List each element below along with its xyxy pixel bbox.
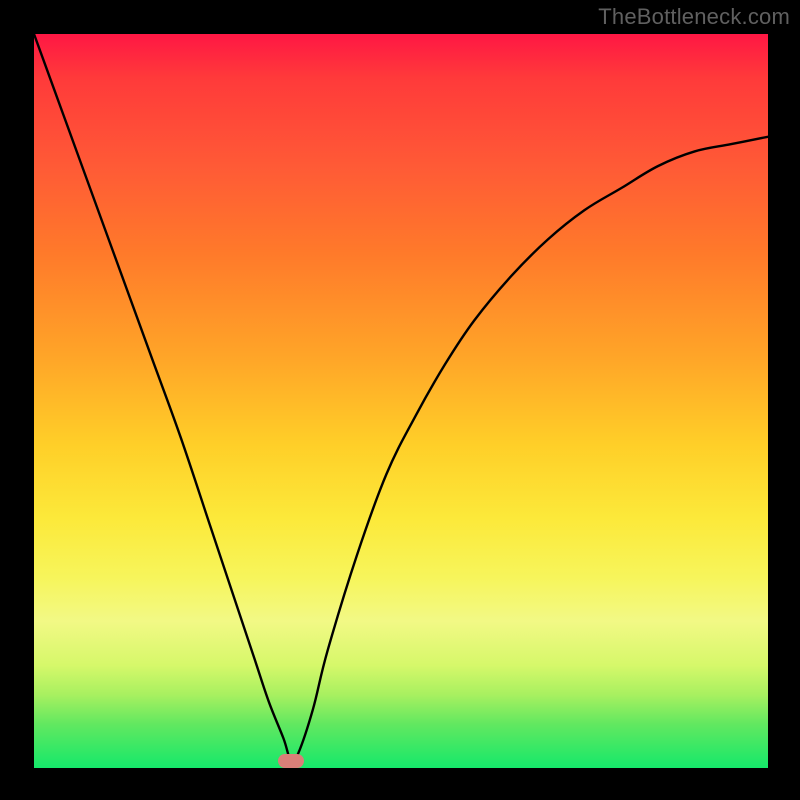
bottleneck-curve: [34, 34, 768, 762]
chart-frame: TheBottleneck.com: [0, 0, 800, 800]
watermark: TheBottleneck.com: [598, 4, 790, 30]
minimum-marker: [278, 754, 304, 768]
curve-layer: [34, 34, 768, 768]
plot-area: [34, 34, 768, 768]
